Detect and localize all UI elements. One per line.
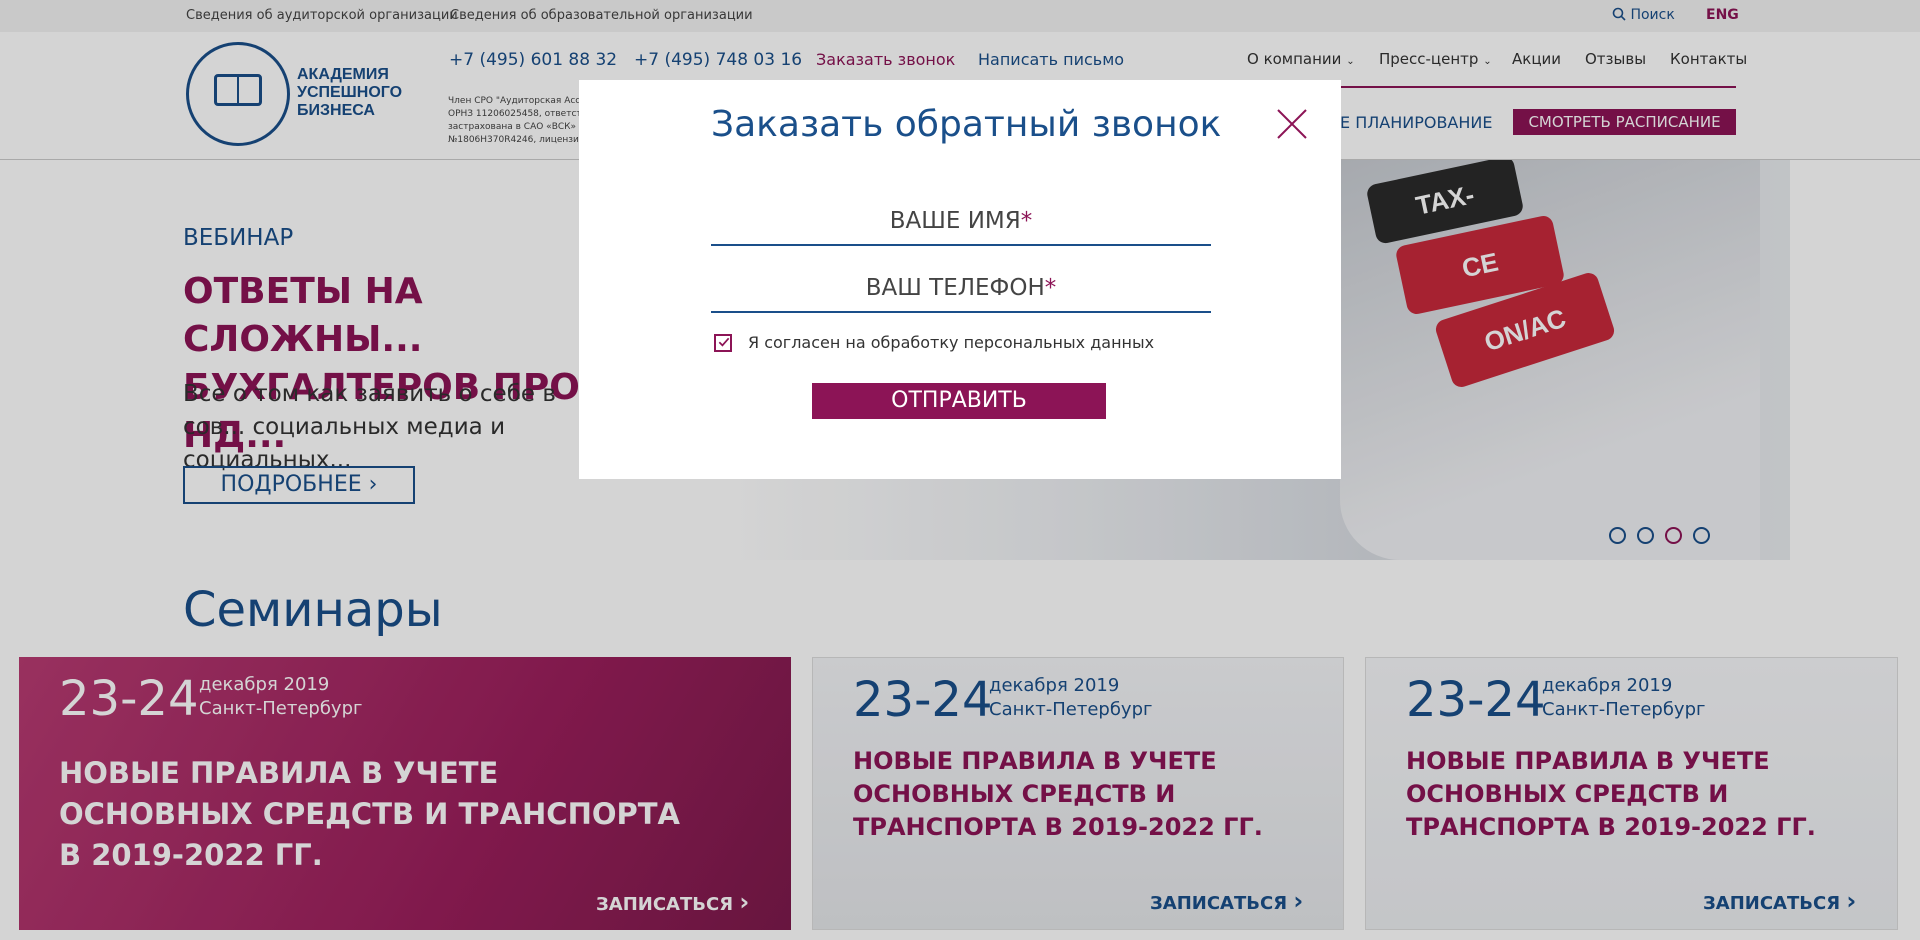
phone-field[interactable]: ВАШ ТЕЛЕФОН*: [711, 275, 1211, 313]
name-field[interactable]: ВАШЕ ИМЯ*: [711, 208, 1211, 246]
required-mark: *: [1020, 208, 1033, 234]
check-icon: [718, 337, 730, 347]
consent-checkbox[interactable]: [714, 334, 732, 352]
required-mark: *: [1044, 275, 1057, 301]
close-icon[interactable]: [1276, 108, 1308, 140]
name-placeholder: ВАШЕ ИМЯ: [889, 208, 1021, 234]
consent-label[interactable]: Я согласен на обработку персональных дан…: [748, 333, 1154, 352]
phone-placeholder: ВАШ ТЕЛЕФОН: [865, 275, 1045, 301]
callback-modal: Заказать обратный звонок ВАШЕ ИМЯ* ВАШ Т…: [579, 80, 1341, 479]
submit-button[interactable]: ОТПРАВИТЬ: [812, 383, 1106, 419]
modal-title: Заказать обратный звонок: [711, 104, 1222, 145]
